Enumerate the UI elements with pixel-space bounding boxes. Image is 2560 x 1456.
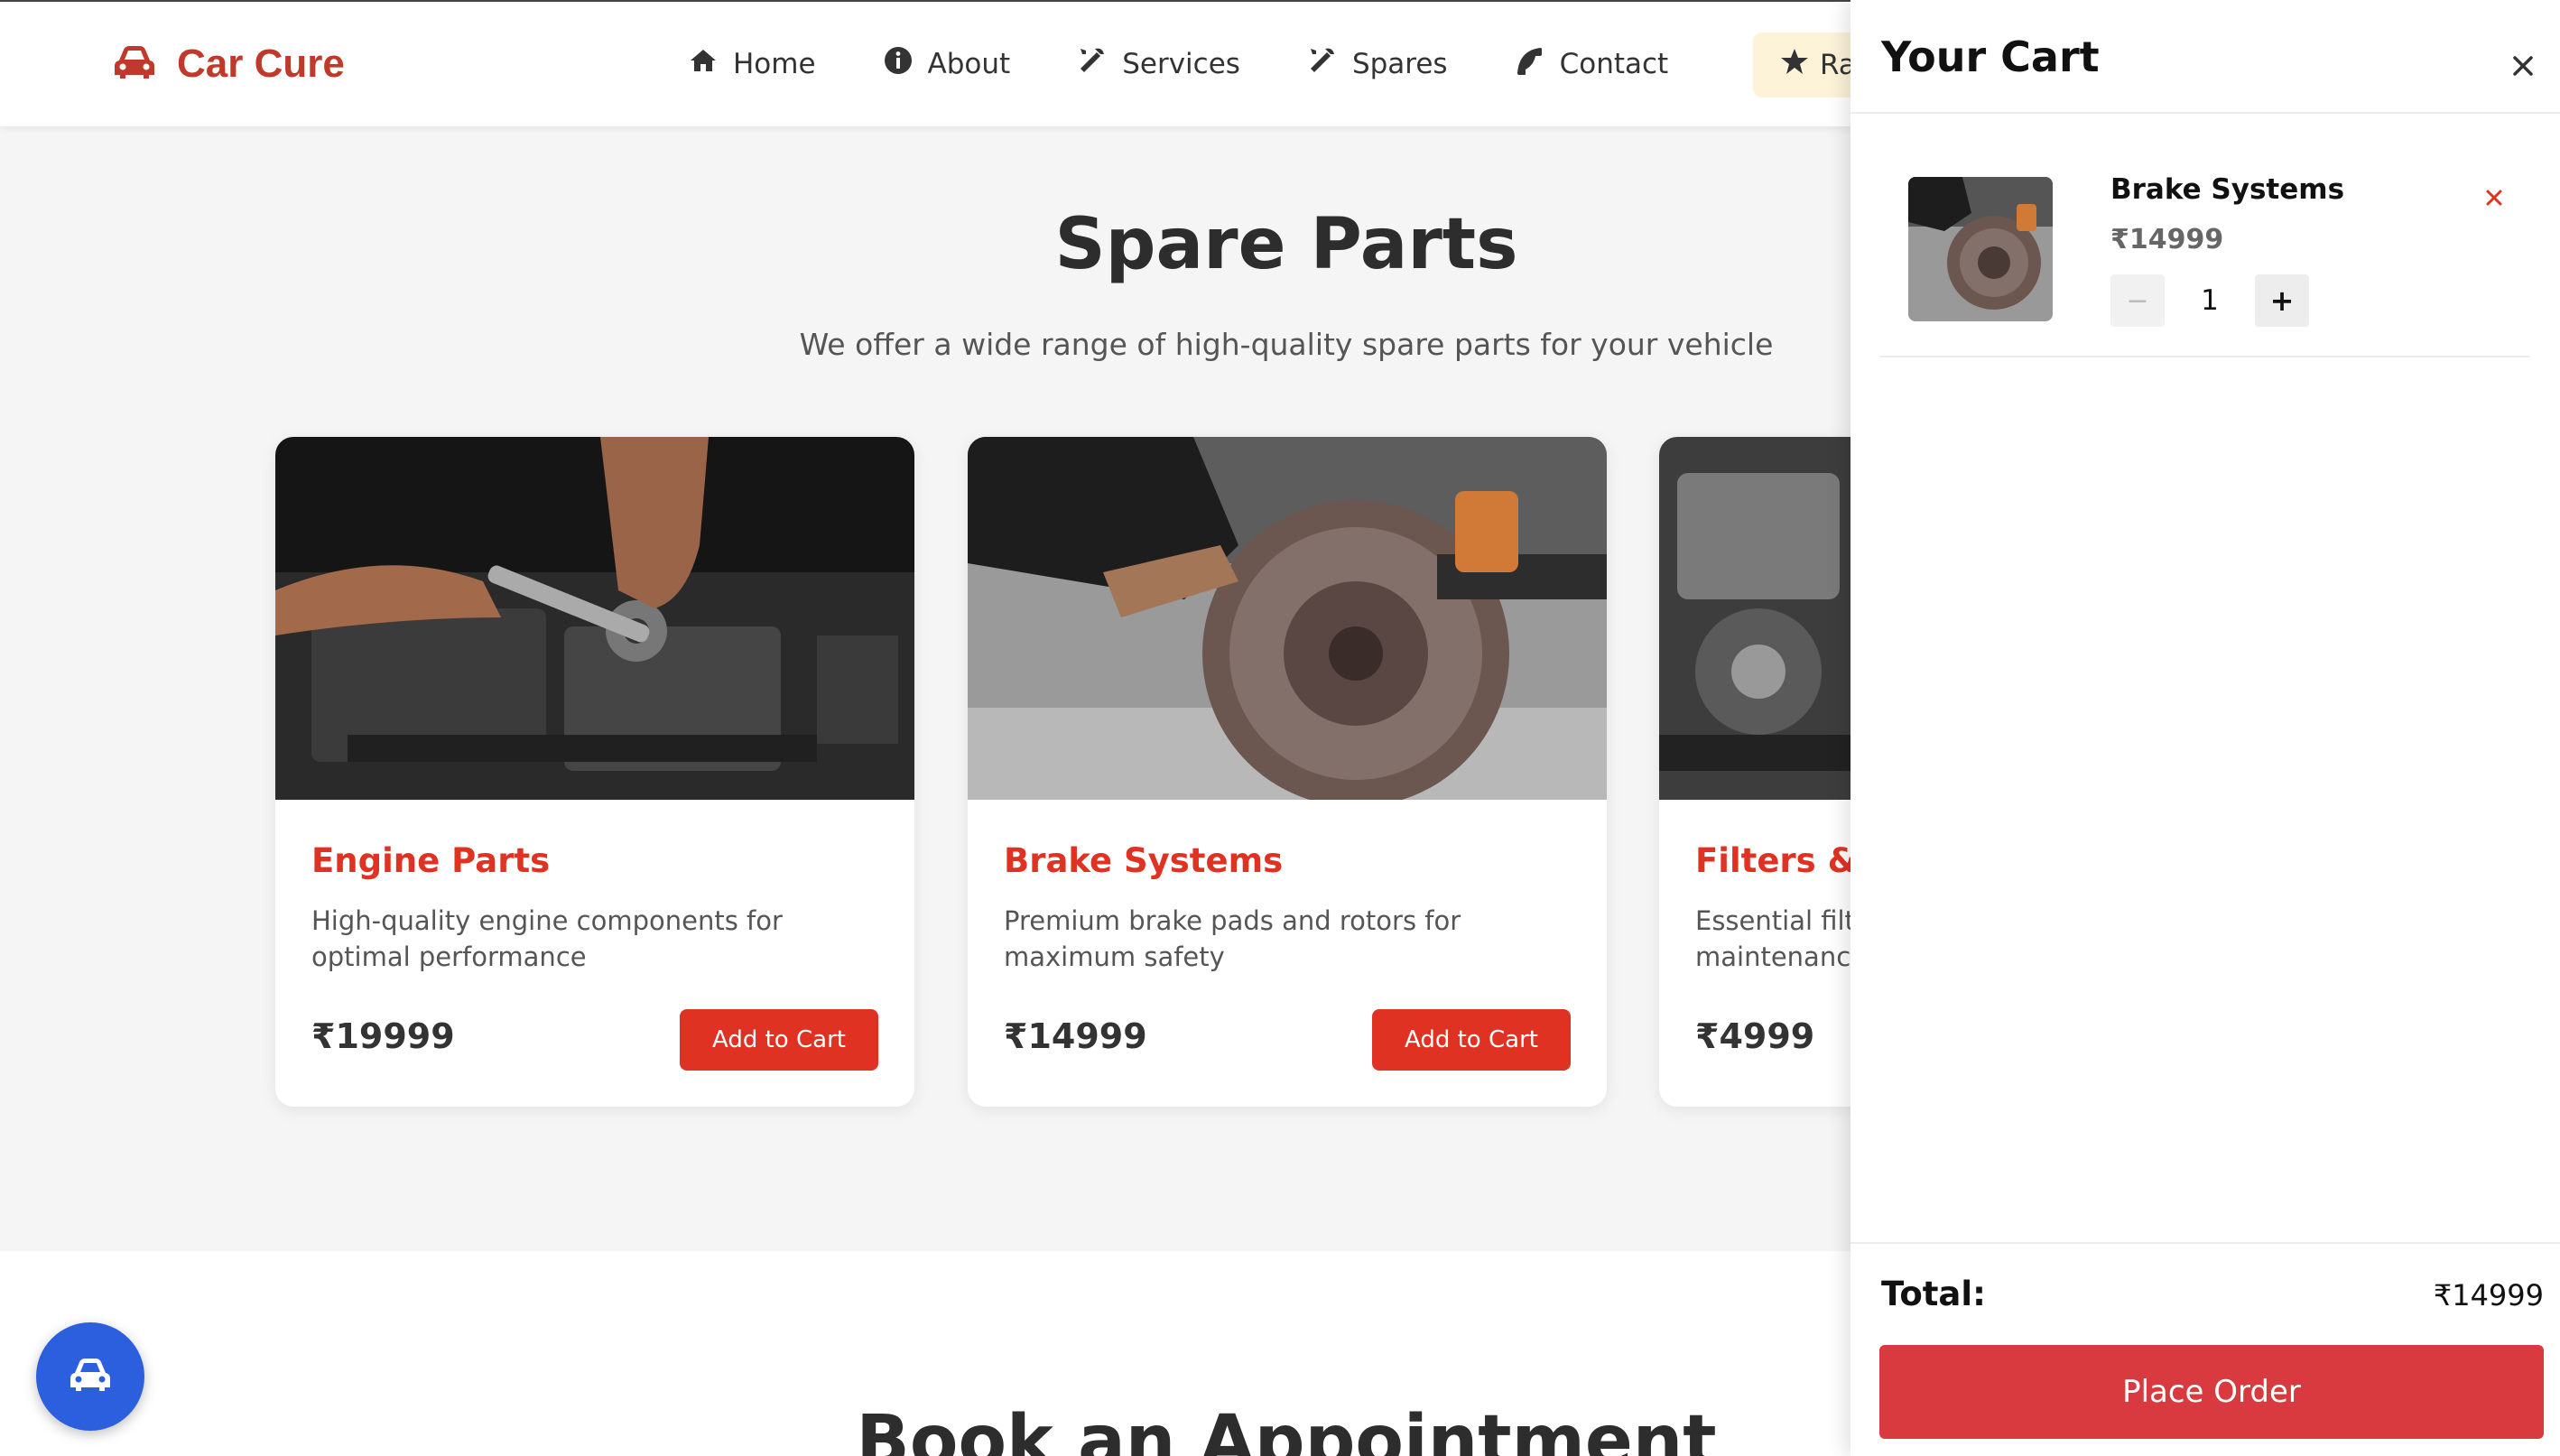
cart-item-image	[1908, 177, 2053, 321]
nav-services[interactable]: Services	[1077, 45, 1240, 83]
phone-icon	[1515, 45, 1560, 83]
brake-systems-image	[968, 437, 1607, 800]
nav-contact[interactable]: Contact	[1515, 45, 1669, 83]
nav-spares[interactable]: Spares	[1307, 45, 1448, 83]
card-price: ₹4999	[1695, 1016, 1815, 1056]
nav-spares-label: Spares	[1351, 48, 1448, 80]
add-to-cart-button[interactable]: Add to Cart	[1372, 1009, 1571, 1071]
star-icon	[1780, 47, 1809, 83]
quantity-decrease-button[interactable]: −	[2110, 274, 2165, 327]
total-value: ₹14999	[2433, 1278, 2544, 1312]
floating-car-button[interactable]	[36, 1322, 144, 1431]
cart-title: Your Cart	[1881, 32, 2100, 81]
card-description: Premium brake pads and rotors for maximu…	[1004, 905, 1461, 972]
main-nav: Home About Services Spares Contact	[688, 45, 1735, 83]
add-to-cart-button[interactable]: Add to Cart	[680, 1009, 878, 1071]
car-icon	[112, 44, 157, 84]
tools-icon	[1077, 45, 1122, 83]
nav-about-label: About	[927, 48, 1011, 80]
card-price: ₹19999	[311, 1016, 455, 1056]
card-description: High-quality engine components for optim…	[311, 905, 783, 972]
product-card-brake-systems: Brake Systems Premium brake pads and rot…	[968, 437, 1607, 1107]
brand-name: Car Cure	[177, 42, 345, 86]
remove-item-icon[interactable]	[2484, 188, 2504, 208]
nav-contact-label: Contact	[1559, 48, 1669, 80]
info-icon	[883, 45, 928, 83]
tools-icon	[1307, 45, 1352, 83]
nav-about[interactable]: About	[883, 45, 1011, 83]
brand-logo[interactable]: Car Cure	[112, 42, 345, 87]
quantity-increase-button[interactable]: +	[2255, 274, 2309, 327]
card-price: ₹14999	[1004, 1016, 1147, 1056]
card-description: Essential filt maintenanc	[1695, 905, 1855, 972]
cart-item: Brake Systems ₹14999 − 1 +	[1879, 153, 2529, 357]
cart-footer: Total: ₹14999 Place Order	[1850, 1242, 2560, 1456]
total-label: Total:	[1881, 1275, 1986, 1313]
cart-item-price: ₹14999	[2110, 224, 2224, 255]
card-title: Engine Parts	[311, 841, 551, 880]
car-icon	[68, 1357, 113, 1396]
close-icon[interactable]	[2509, 52, 2537, 79]
place-order-button[interactable]: Place Order	[1879, 1345, 2544, 1439]
card-title: Brake Systems	[1004, 841, 1284, 880]
engine-parts-image	[275, 437, 914, 800]
cart-item-name: Brake Systems	[2110, 173, 2345, 206]
nav-home-label: Home	[733, 48, 816, 80]
nav-services-label: Services	[1122, 48, 1240, 80]
product-card-engine-parts: Engine Parts High-quality engine compone…	[275, 437, 914, 1107]
cart-header: Your Cart	[1850, 0, 2560, 114]
quantity-value: 1	[2201, 284, 2219, 317]
cart-panel: Your Cart Brake Systems ₹14999 − 1 + Tot…	[1850, 0, 2560, 1456]
home-icon	[688, 45, 733, 83]
nav-home[interactable]: Home	[688, 45, 816, 83]
